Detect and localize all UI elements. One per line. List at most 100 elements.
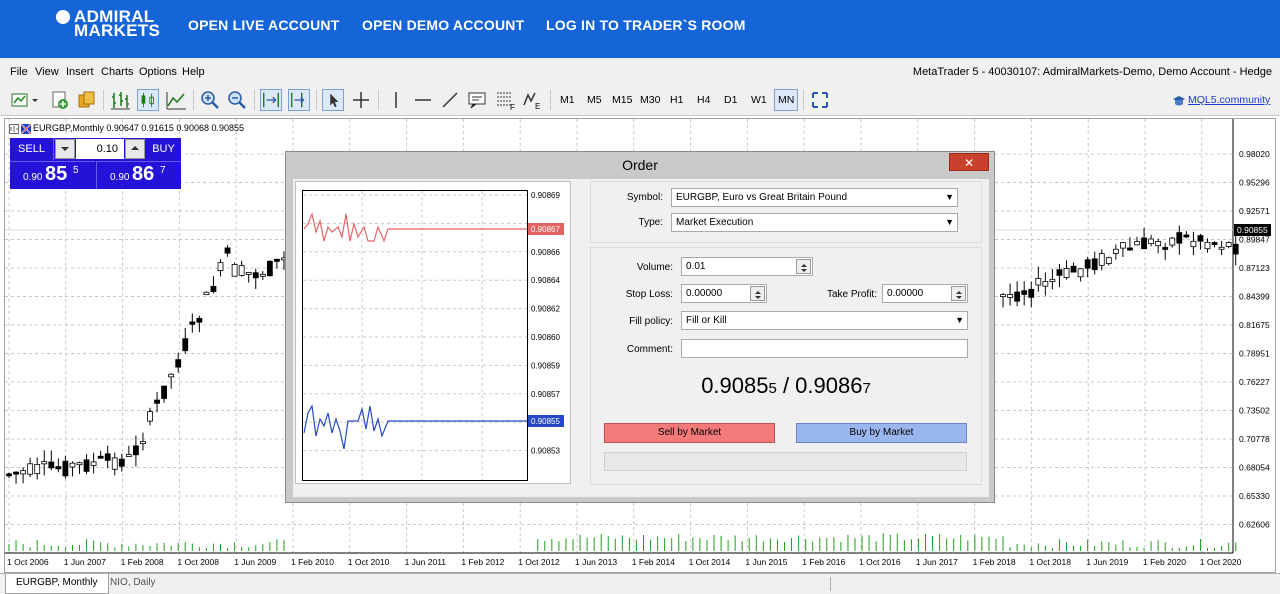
crosshair-icon[interactable]: [350, 89, 372, 111]
price-axis-label: 0.92571: [1239, 206, 1270, 216]
menu-view[interactable]: View: [35, 66, 59, 78]
volume-input[interactable]: 0.01: [681, 257, 813, 276]
one-click-buy-button[interactable]: BUY: [146, 138, 181, 160]
candle-body: [203, 291, 210, 296]
open-demo-account-link[interactable]: OPEN DEMO ACCOUNT: [362, 17, 524, 33]
order-dialog-title: Order: [622, 157, 658, 173]
candle-body: [111, 457, 118, 470]
new-order-icon[interactable]: [49, 89, 71, 111]
stop-loss-input[interactable]: 0.00000: [681, 284, 767, 303]
candle-body: [1021, 290, 1028, 295]
chart-shift-icon[interactable]: [288, 89, 310, 111]
price-axis-label: 0.87123: [1239, 263, 1270, 273]
ask-price-display[interactable]: 0.90 86 7: [96, 161, 181, 189]
admiral-markets-logo[interactable]: ADMIRAL MARKETS: [42, 8, 160, 39]
bid-price-prefix: 0.90: [23, 172, 43, 183]
candle-body: [41, 461, 48, 465]
volume-label: Volume:: [636, 262, 673, 273]
bar-chart-icon[interactable]: [109, 89, 131, 111]
toolbar-separator: [254, 90, 255, 110]
chart-ohlc-info: EURGBP,Monthly 0.90647 0.91615 0.90068 0…: [33, 123, 244, 133]
cursor-icon[interactable]: [322, 89, 344, 111]
tick-axis-label: 0.90864: [531, 276, 560, 285]
menu-insert[interactable]: Insert: [66, 66, 94, 78]
price-axis-label: 0.98020: [1239, 149, 1270, 159]
sell-by-market-button[interactable]: Sell by Market: [604, 423, 775, 443]
timeframe-m1-button[interactable]: M1: [560, 94, 575, 106]
traders-room-login-link[interactable]: LOG IN TO TRADER`S ROOM: [546, 17, 746, 33]
bid-price-display[interactable]: 0.90 85 5: [10, 161, 95, 189]
symbol-select[interactable]: EURGBP, Euro vs Great Britain Pound ▼: [671, 188, 958, 207]
timeframe-h1-button[interactable]: H1: [670, 94, 683, 106]
line-chart-icon[interactable]: [165, 89, 187, 111]
candle-body: [69, 462, 76, 468]
timeframe-m15-button[interactable]: M15: [612, 94, 632, 106]
fibonacci-icon[interactable]: F: [494, 89, 516, 111]
time-axis-label: 1 Jun 2019: [1086, 557, 1128, 567]
new-chart-icon[interactable]: [10, 89, 40, 111]
text-label-icon[interactable]: [466, 89, 488, 111]
candle-body: [1134, 241, 1140, 246]
zoom-in-icon[interactable]: [199, 89, 221, 111]
svg-text:E: E: [535, 102, 540, 111]
auto-scroll-icon[interactable]: [260, 89, 282, 111]
menu-file[interactable]: File: [10, 66, 28, 78]
toolbar-separator: [550, 90, 551, 110]
fill-policy-select[interactable]: Fill or Kill ▼: [681, 311, 968, 330]
type-select[interactable]: Market Execution ▼: [671, 213, 958, 232]
volume-increase-button[interactable]: [125, 139, 145, 159]
volume-spinner-icon[interactable]: [796, 259, 811, 274]
mql5-community-link[interactable]: MQL5.community: [1188, 94, 1270, 106]
menu-options[interactable]: Options: [139, 66, 177, 78]
volume-decrease-button[interactable]: [55, 139, 75, 159]
price-separator: /: [776, 373, 796, 398]
horizontal-line-icon[interactable]: [412, 89, 434, 111]
buy-by-market-button[interactable]: Buy by Market: [796, 423, 967, 443]
current-price-display: 0.90855 / 0.90867: [590, 373, 982, 399]
timeframe-w1-button[interactable]: W1: [751, 94, 767, 106]
one-click-volume-input[interactable]: 0.10: [76, 139, 124, 159]
candle-body: [20, 470, 27, 475]
take-profit-input[interactable]: 0.00000: [882, 284, 968, 303]
time-axis-label: 1 Oct 2020: [1200, 557, 1242, 567]
market-watch-icon[interactable]: [76, 89, 98, 111]
timeframe-m5-button[interactable]: M5: [587, 94, 602, 106]
menu-help[interactable]: Help: [182, 66, 205, 78]
timeframe-h4-button[interactable]: H4: [697, 94, 710, 106]
vertical-line-icon[interactable]: [385, 89, 407, 111]
candle-body: [83, 459, 90, 472]
trendline-icon[interactable]: [439, 89, 461, 111]
candle-body: [140, 441, 146, 444]
tab-eurgbp-monthly[interactable]: EURGBP, Monthly: [5, 574, 109, 594]
time-axis-label: 1 Feb 2010: [291, 557, 334, 567]
one-click-sell-button[interactable]: SELL: [10, 138, 54, 160]
take-profit-spinner-icon[interactable]: [951, 286, 966, 301]
ask-price-small: 7: [862, 380, 871, 397]
open-live-account-link[interactable]: OPEN LIVE ACCOUNT: [188, 17, 339, 33]
candle-body: [90, 461, 97, 466]
chevron-down-icon: ▼: [955, 315, 964, 325]
candle-body: [104, 453, 111, 461]
timeframe-m30-button[interactable]: M30: [640, 94, 660, 106]
candle-body: [273, 258, 280, 262]
tab-divider: [830, 577, 831, 591]
close-icon[interactable]: ✕: [949, 153, 989, 171]
toolbar-separator: [316, 90, 317, 110]
bid-price-small: 5: [768, 380, 777, 397]
fullscreen-icon[interactable]: [809, 89, 831, 111]
tab-nio-daily[interactable]: NIO, Daily: [100, 574, 166, 594]
toolbar-separator: [193, 90, 194, 110]
candle-body: [1014, 291, 1021, 302]
candle-body: [118, 458, 125, 467]
elliott-wave-icon[interactable]: E: [521, 89, 543, 111]
zoom-out-icon[interactable]: [226, 89, 248, 111]
timeframe-d1-button[interactable]: D1: [724, 94, 737, 106]
stop-loss-spinner-icon[interactable]: [750, 286, 765, 301]
menu-charts[interactable]: Charts: [101, 66, 133, 78]
candlestick-chart-icon[interactable]: [137, 89, 159, 111]
timeframe-mn-button[interactable]: MN: [774, 89, 799, 111]
candle-body: [1232, 243, 1239, 255]
time-axis-label: 1 Feb 2012: [461, 557, 504, 567]
comment-input[interactable]: [681, 339, 968, 358]
candle-body: [231, 264, 238, 277]
